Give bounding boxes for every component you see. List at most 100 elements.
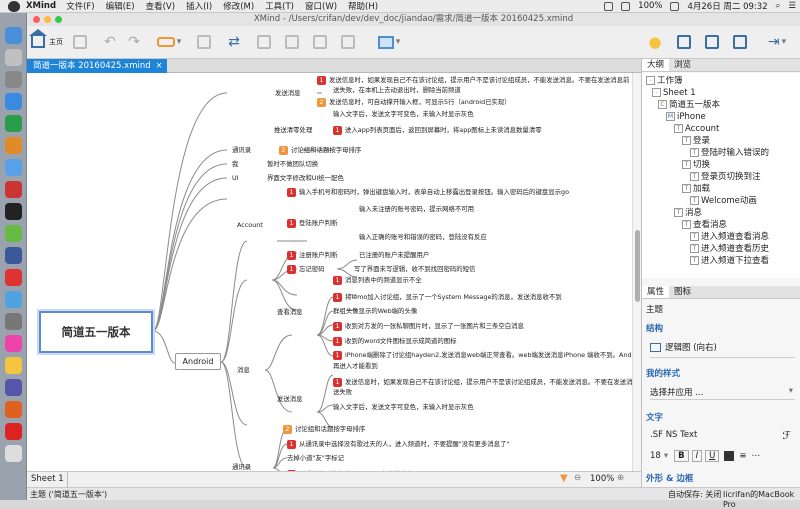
notification-center-icon[interactable]: ☰ [788, 1, 796, 11]
topic-node[interactable]: 1 收到的word文件图标显示成简道的图标 [333, 337, 457, 346]
outline-item[interactable]: MiPhone [666, 112, 706, 123]
topic-node[interactable]: 1 忘记密码 [287, 265, 325, 274]
zoom-in-icon[interactable]: ⊕ [617, 473, 624, 483]
outline-item[interactable]: T 进入频道查看消息 [690, 232, 769, 243]
vertical-scrollbar[interactable] [632, 73, 641, 471]
summary-button[interactable] [309, 30, 331, 54]
system-preferences-icon[interactable] [5, 71, 22, 88]
clock[interactable]: 4月26日 周二 09:32 [687, 0, 767, 12]
topic-node[interactable]: 去掉小道"友"字标记 [287, 454, 344, 463]
outline-item[interactable]: T Account [674, 124, 719, 135]
launchpad-icon[interactable] [5, 49, 22, 66]
menu-insert[interactable]: 插入(I) [186, 0, 212, 12]
close-tab-icon[interactable]: × [156, 59, 163, 73]
terminal-icon[interactable] [5, 203, 22, 220]
scrollbar-thumb[interactable] [635, 230, 640, 302]
close-window-button[interactable] [33, 16, 40, 23]
editor-tab[interactable]: 简道一版本 20160425.xmind × [27, 59, 167, 73]
callout-button[interactable] [253, 30, 275, 54]
outline-item[interactable]: T 进入频道下拉查看 [690, 256, 769, 267]
tab-browse[interactable]: 浏览 [669, 59, 696, 71]
outline-item[interactable]: T 进入频道查看历史 [690, 244, 769, 255]
battery-icon[interactable] [670, 1, 680, 11]
topic-node[interactable]: 1 发送信息时，如果发现自己不在该讨论组，提示用户不是该讨论组成员，不能发送消息。… [317, 76, 629, 85]
redo-button[interactable]: ↷ [123, 30, 145, 54]
boundary-button[interactable] [281, 30, 303, 54]
tab-icons[interactable]: 图标 [669, 286, 696, 298]
topic-node[interactable]: 1 输入手机号和密码时，弹出键盘输入时，表单自动上移露出登录按钮。输入密码后的键盘… [287, 188, 569, 197]
menu-modify[interactable]: 修改(M) [223, 0, 254, 12]
app-icon-8[interactable] [5, 357, 22, 374]
topic-node[interactable]: 暂时不做团队切换 [267, 160, 318, 169]
outline-item[interactable]: T 登录页切换到注 [690, 172, 761, 183]
topic-node[interactable]: 1 将lemo加入讨论组，显示了一个System Message的消息。发送消息收… [333, 293, 562, 302]
app-icon-9[interactable] [5, 379, 22, 396]
subtopic-button[interactable] [193, 30, 215, 54]
outline-item[interactable]: T 消息 [674, 208, 702, 219]
structure-heading[interactable]: 结构 [646, 322, 800, 334]
topic-node[interactable]: 通讯录 [232, 463, 251, 471]
topic-node[interactable]: 1 登陆账户判断 [287, 219, 337, 228]
topic-node[interactable]: 1 进入app列表页面后，返回到屏幕时，将app图标上未读消息数量清零 [333, 126, 542, 135]
font-size-value[interactable]: 18 [650, 451, 661, 461]
outline-item[interactable]: T 登陆时输入错误的 [690, 148, 769, 159]
menu-help[interactable]: 帮助(H) [348, 0, 378, 12]
menu-edit[interactable]: 编辑(E) [106, 0, 135, 12]
zoom-level[interactable]: 100% [590, 474, 614, 484]
text-heading[interactable]: 文字 [646, 411, 800, 423]
topic-node[interactable]: 送失败 [333, 388, 352, 397]
photos-icon[interactable] [5, 335, 22, 352]
topic-node[interactable]: 1 从通讯录中选择没有歌过天的人，进入频道时，不要提醒"没有更多消息了" [287, 440, 509, 449]
topic-node[interactable]: 输入文字后，发送文字可变色，未输入时显示灰色 [333, 403, 474, 412]
tab-outline[interactable]: 大纲 [642, 59, 670, 71]
more-icon[interactable]: ⋯ [751, 451, 760, 461]
topic-node[interactable]: 1 注册账户判断 [287, 251, 337, 260]
filter-icon[interactable]: ▼ [560, 473, 568, 484]
chevron-down-icon[interactable]: ▾ [664, 451, 668, 461]
app-icon-10[interactable] [5, 401, 22, 418]
share-button[interactable] [729, 30, 751, 54]
topic-node[interactable]: 发送消息 [275, 89, 301, 98]
topic-node[interactable]: 查看消息 [277, 308, 303, 317]
topic-android[interactable]: Android [175, 353, 221, 370]
home-button[interactable]: 主页 [29, 29, 65, 54]
outline-item[interactable]: C 简道五一版本 [658, 100, 720, 111]
app-menu-xmind[interactable]: XMind [26, 1, 56, 11]
topic-node[interactable]: 已注册的账户未提醒用户 [359, 251, 429, 260]
topic-node[interactable]: 推送清零处理 [274, 126, 312, 135]
app-icon-5[interactable] [5, 247, 22, 264]
zoom-out-icon[interactable]: ⊖ [574, 473, 581, 483]
gantt-button[interactable] [701, 30, 723, 54]
topic-node[interactable]: UI [232, 174, 239, 183]
outline-item[interactable]: T Welcome动画 [690, 196, 757, 207]
topic-button[interactable]: ▾ [153, 30, 185, 54]
apple-menu-icon[interactable] [8, 0, 20, 12]
topic-node[interactable]: 1 iPhone端删除了讨论组hayden2,发送消息web端正常查看。web端发… [333, 351, 632, 360]
outline-item[interactable]: T 切换 [682, 160, 710, 171]
topic-node[interactable]: 写了界面未写逻辑，收不到找回密码的短信 [354, 265, 475, 274]
topic-node[interactable]: 界面文字修改和UI统一配色 [267, 174, 344, 183]
app-icon-6[interactable] [5, 291, 22, 308]
app-icon-4[interactable] [5, 225, 22, 242]
tab-properties[interactable]: 属性 [642, 286, 670, 298]
outline-item[interactable]: - 工作簿 [646, 76, 683, 87]
topic-node[interactable]: 输入文字后，发送文字可变色，未输入时显示灰色 [333, 110, 474, 119]
topic-node[interactable]: Account [237, 221, 263, 230]
sheet-tab[interactable]: Sheet 1 [31, 474, 64, 484]
undo-button[interactable]: ↶ [99, 30, 121, 54]
outline-item[interactable]: T 加载 [682, 184, 710, 195]
italic-button[interactable]: I [691, 450, 703, 462]
style-select[interactable]: 选择并应用 ... ▾ [650, 386, 795, 400]
marker-button[interactable] [337, 30, 359, 54]
outline-item[interactable]: - Sheet 1 [652, 88, 696, 99]
structure-select[interactable]: 逻辑图 (向右) [650, 342, 795, 358]
topic-node[interactable]: 1 发送信息时，如果发现自己不在该讨论组，提示用户不是该讨论组成员，不能发送消息。… [333, 378, 632, 387]
font-picker-icon[interactable]: ℱ [782, 429, 791, 442]
minimize-window-button[interactable] [44, 16, 51, 23]
image-button[interactable]: ▾ [373, 30, 405, 54]
menu-view[interactable]: 查看(V) [146, 0, 175, 12]
zoom-window-button[interactable] [55, 16, 62, 23]
menu-file[interactable]: 文件(F) [66, 0, 95, 12]
battery-percent[interactable]: 100% [638, 1, 662, 11]
menu-tools[interactable]: 工具(T) [265, 0, 294, 12]
